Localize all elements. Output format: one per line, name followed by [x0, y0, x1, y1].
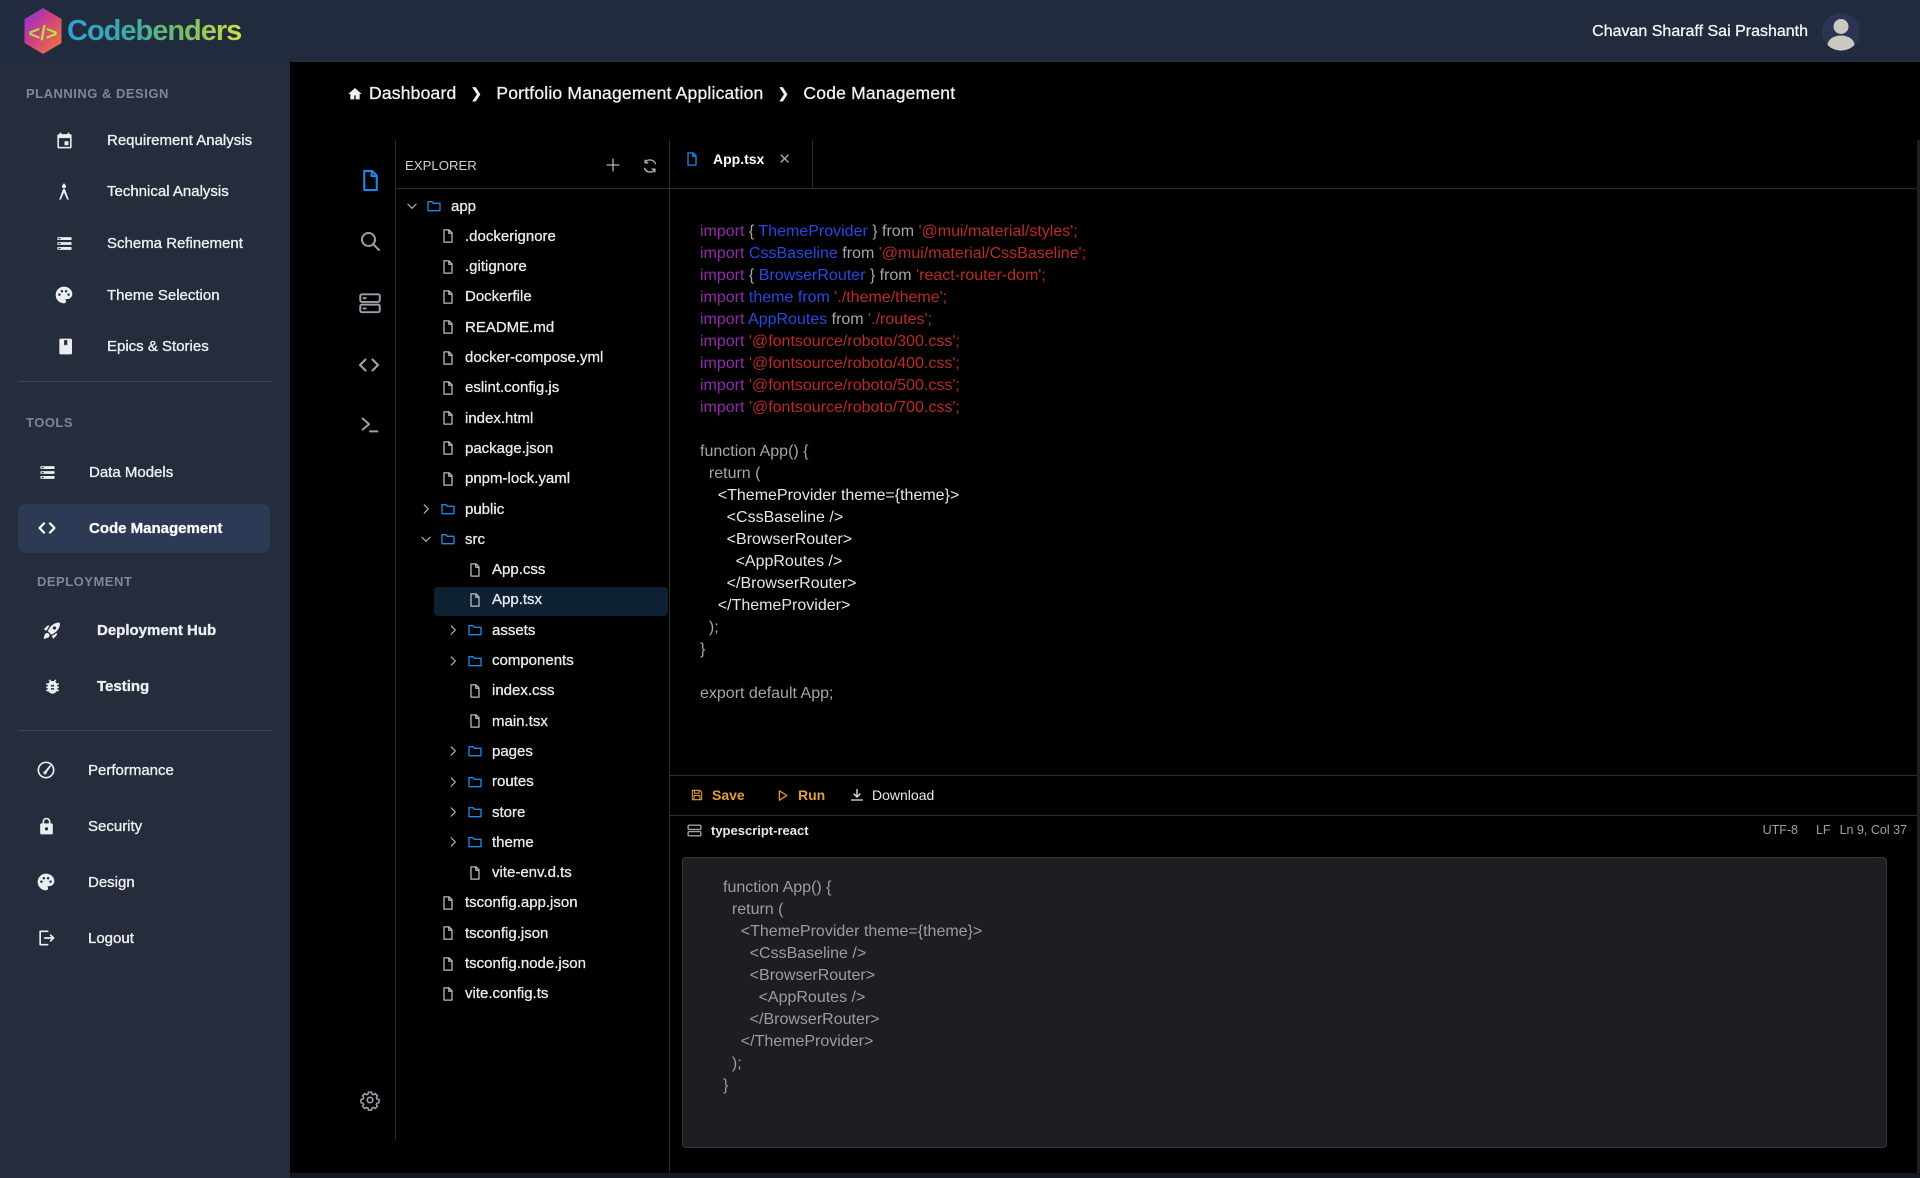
svg-text:</>: </> — [29, 23, 58, 45]
